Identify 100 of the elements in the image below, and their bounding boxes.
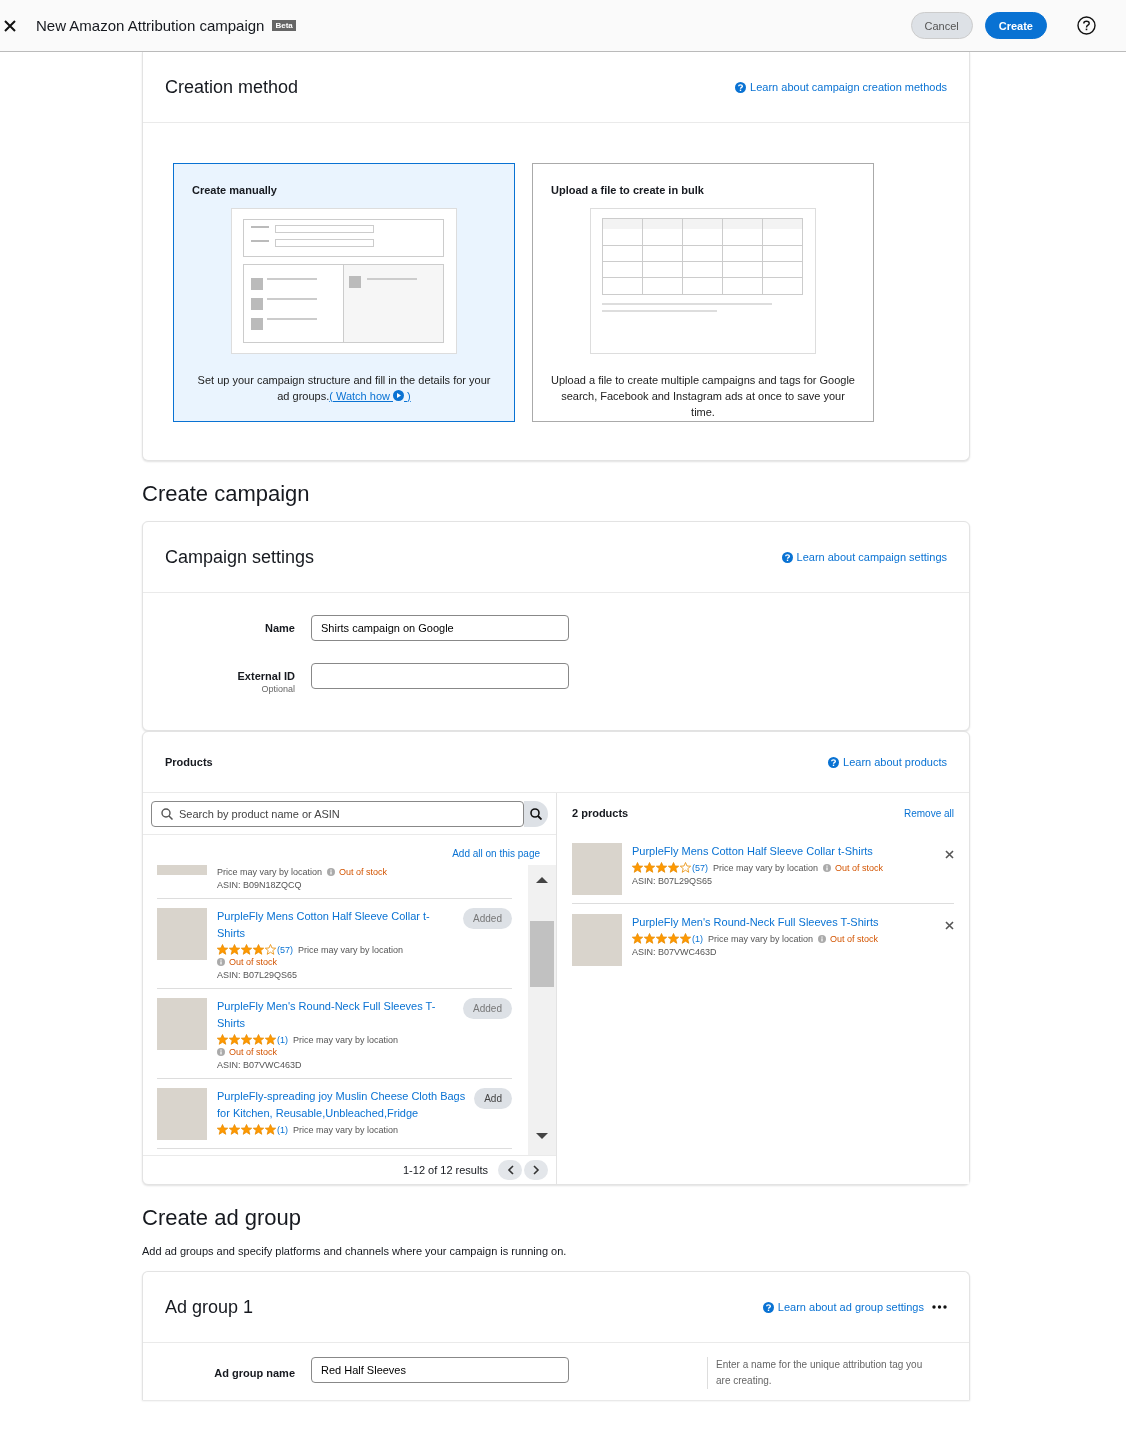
section-title: Products <box>165 756 213 768</box>
section-heading: Create ad group <box>142 1205 302 1231</box>
asin-text: ASIN: B09N18ZQCQ <box>217 880 303 890</box>
photo-placeholder <box>157 1088 207 1140</box>
review-count[interactable]: (57) <box>277 944 293 955</box>
watch-how-link[interactable]: ( Watch how ) <box>329 390 411 402</box>
price-note: Price may vary by location <box>217 867 323 877</box>
chevron-right-icon <box>532 1165 540 1175</box>
stock-status: Out of stock <box>835 862 884 873</box>
search-button[interactable] <box>524 801 548 827</box>
play-icon <box>393 390 404 401</box>
asin-text: ASIN: B07VWC463D <box>632 947 718 957</box>
more-icon <box>932 1305 947 1309</box>
create-button[interactable]: Create <box>984 12 1047 39</box>
star-icon <box>265 1034 276 1045</box>
option-title: Upload a file to create in bulk <box>551 184 704 196</box>
star-icon <box>265 944 276 955</box>
star-icon <box>217 1124 228 1135</box>
stock-status: Out of stock <box>339 867 388 877</box>
star-icon <box>656 862 667 873</box>
price-note: Price may vary by location <box>708 933 814 944</box>
star-icon <box>644 862 655 873</box>
close-icon <box>945 921 954 930</box>
field-label: External ID <box>236 670 295 682</box>
close-icon <box>945 850 954 859</box>
info-icon <box>823 863 832 872</box>
photo-placeholder <box>572 843 622 895</box>
photo-placeholder <box>157 865 207 875</box>
review-count[interactable]: (57) <box>692 862 708 873</box>
price-note: Price may vary by location <box>293 1124 399 1135</box>
info-icon <box>217 1048 225 1056</box>
asin-text: ASIN: B07VWC463D <box>217 1060 303 1070</box>
star-icon <box>241 1034 252 1045</box>
photo-placeholder <box>572 914 622 966</box>
star-icon <box>632 862 643 873</box>
beta-badge: Beta <box>272 20 296 31</box>
section-heading: Create campaign <box>142 481 311 507</box>
star-icon <box>217 1034 228 1045</box>
info-icon <box>217 958 225 966</box>
section-title: Creation method <box>165 76 299 98</box>
star-icon <box>253 1124 264 1135</box>
option-description: Upload a file to create multiple campaigns and tags for Google search, Facebook and Instagram ads at once to save your time. <box>551 373 855 420</box>
help-link[interactable]: Learn about ad group settings <box>762 1301 924 1313</box>
star-icon <box>668 862 679 873</box>
option-title: Create manually <box>192 184 277 196</box>
info-icon <box>818 934 827 943</box>
product-link[interactable]: PurpleFly-spreading joy Muslin Cheese Cloth Bags for Kitchen, Reusable,Unbleached,Fridge <box>217 1088 469 1122</box>
review-count[interactable]: (1) <box>692 933 703 944</box>
help-icon <box>781 551 793 563</box>
product-link[interactable]: PurpleFly Men's Round-Neck Full Sleeves T-Shirts <box>217 998 458 1032</box>
text-field[interactable]: Red Half Sleeves <box>311 1357 569 1383</box>
field-hint: Optional <box>260 684 295 694</box>
search-icon <box>530 808 542 820</box>
star-icon <box>241 944 252 955</box>
help-icon <box>762 1301 774 1313</box>
stock-status: Out of stock <box>229 1047 278 1057</box>
stock-status: Out of stock <box>830 933 879 944</box>
pagination-text: 1-12 of 12 results <box>403 1164 488 1176</box>
product-link[interactable]: PurpleFly Men's Round-Neck Full Sleeves T-Shirts <box>632 914 941 931</box>
product-link[interactable]: PurpleFly Mens Cotton Half Sleeve Collar t-Shirts <box>632 843 941 860</box>
stock-status: Out of stock <box>229 957 278 967</box>
review-count[interactable]: (1) <box>277 1034 288 1045</box>
star-icon <box>656 933 667 944</box>
text-field[interactable] <box>311 663 569 689</box>
photo-placeholder <box>157 998 207 1050</box>
price-note: Price may vary by location <box>293 1034 399 1045</box>
option-description: Set up your campaign structure and fill in the details for your ad groups.( Watch how ) <box>196 373 492 404</box>
help-link[interactable]: Learn about campaign settings <box>781 551 947 563</box>
review-count[interactable]: (1) <box>277 1124 288 1135</box>
help-link[interactable]: Learn about campaign creation methods <box>735 81 947 93</box>
help-icon <box>828 756 840 768</box>
remove-all-link[interactable]: Remove all <box>903 807 954 819</box>
star-icon <box>265 1124 276 1135</box>
price-note: Price may vary by location <box>713 862 819 873</box>
text-field[interactable]: Shirts campaign on Google <box>311 615 569 641</box>
cancel-button[interactable]: Cancel <box>910 12 973 39</box>
field-label: Name <box>264 622 295 634</box>
star-icon <box>668 933 679 944</box>
help-icon <box>735 81 747 93</box>
close-icon <box>4 19 16 32</box>
star-icon <box>241 1124 252 1135</box>
section-title: Ad group 1 <box>165 1296 254 1318</box>
search-field[interactable]: Search by product name or ASIN <box>151 801 524 827</box>
previous-page-button[interactable] <box>498 1160 522 1180</box>
option-card[interactable]: Create manually Set up your campaign structure and fill in the details for your ad groups.( Watch how ) <box>173 163 515 422</box>
chevron-left-icon <box>506 1165 514 1175</box>
star-icon <box>680 933 691 944</box>
help-link[interactable]: Learn about products <box>828 756 947 768</box>
next-page-button[interactable] <box>524 1160 548 1180</box>
page-title: New Amazon Attribution campaign <box>36 17 265 34</box>
option-card[interactable]: Upload a file to create in bulk Upload a file to create multiple campaigns and tags for Google search, Facebook and Instagram ads at once to save your time. <box>532 163 874 422</box>
price-note: Price may vary by location <box>298 944 404 955</box>
product-link[interactable]: PurpleFly Mens Cotton Half Sleeve Collar t-Shirts <box>217 908 458 942</box>
field-label: Ad group name <box>213 1366 295 1379</box>
help-button[interactable] <box>1077 16 1096 35</box>
star-icon <box>229 944 240 955</box>
add-all-link[interactable]: Add all on this page <box>452 848 540 859</box>
star-icon <box>217 944 228 955</box>
add-button[interactable]: Add <box>474 1088 512 1109</box>
info-icon <box>327 868 336 876</box>
